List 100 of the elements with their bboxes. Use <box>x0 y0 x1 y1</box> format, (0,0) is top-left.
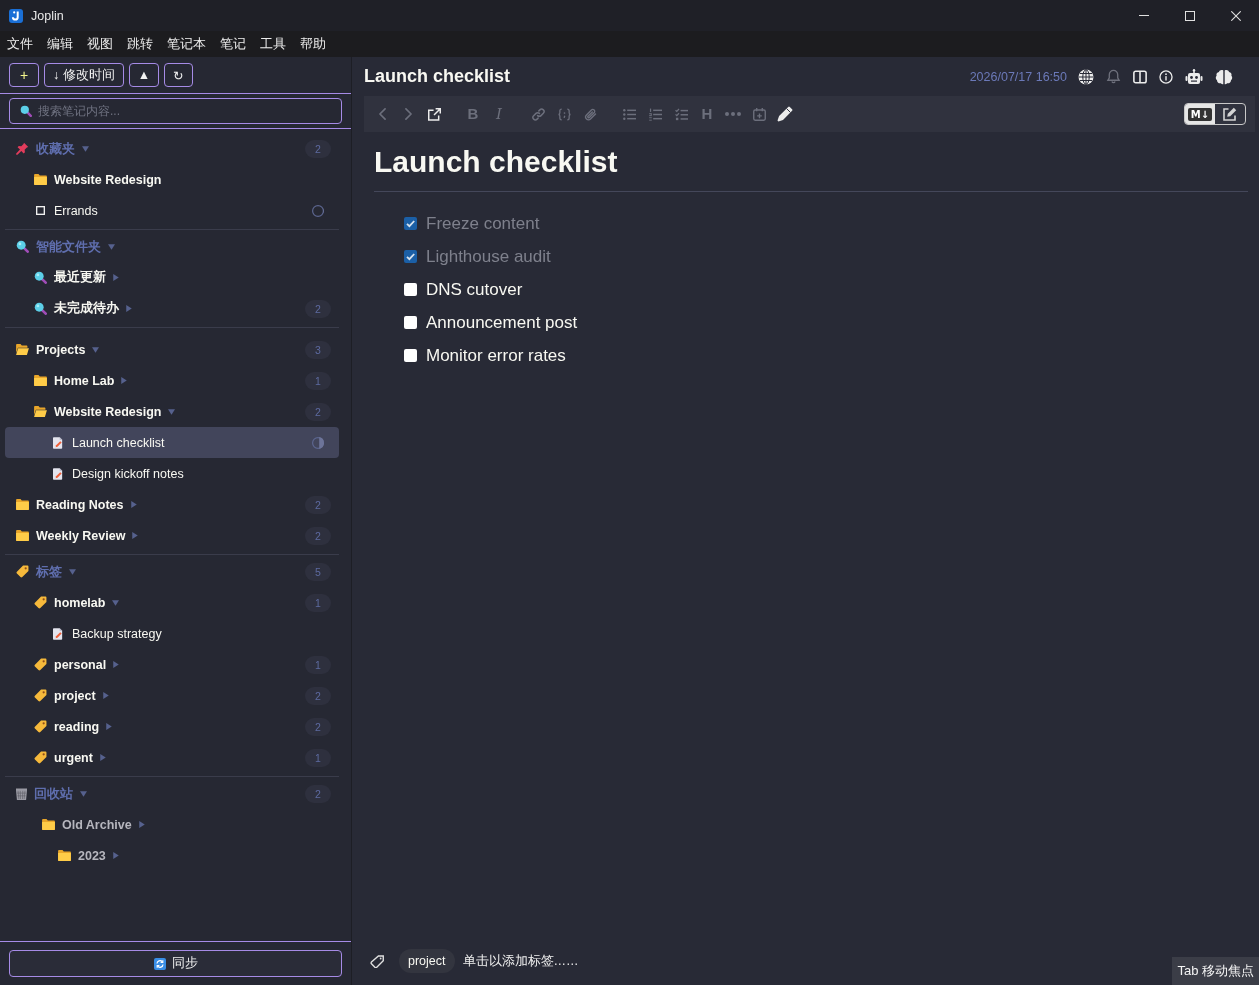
menu-item[interactable]: 工具 <box>253 31 293 57</box>
sidebar-item[interactable]: Errands <box>5 195 339 226</box>
progress-icon <box>312 204 324 217</box>
sidebar-item[interactable]: 最近更新 <box>5 262 339 293</box>
sort-toggle-button[interactable]: ↻ <box>164 63 193 87</box>
tag-icon <box>34 751 47 764</box>
note-icon <box>53 467 63 480</box>
checkbox[interactable] <box>404 316 417 329</box>
sidebar-item[interactable]: Backup strategy <box>5 618 339 649</box>
focus-hint: Tab 移动焦点 <box>1172 957 1259 985</box>
sidebar-item[interactable]: Website Redesign <box>5 164 339 195</box>
new-note-button[interactable]: + <box>9 63 39 87</box>
checkbox[interactable] <box>404 250 417 263</box>
note-count: 2 <box>305 299 331 318</box>
tag-icon <box>34 596 47 609</box>
checkbox[interactable] <box>404 349 417 362</box>
columns-icon[interactable] <box>1133 69 1147 84</box>
caret-icon[interactable] <box>113 274 119 281</box>
sidebar-item[interactable]: Website Redesign 2 <box>5 396 339 427</box>
brain-icon[interactable] <box>1215 68 1233 85</box>
note-count: 1 <box>305 655 331 674</box>
menu-item[interactable]: 编辑 <box>40 31 80 57</box>
caret-icon[interactable] <box>82 145 89 152</box>
caret-icon[interactable] <box>106 723 113 730</box>
sidebar-item[interactable]: project 2 <box>5 680 339 711</box>
menu-item[interactable]: 帮助 <box>293 31 333 57</box>
tag-icon <box>34 720 47 733</box>
pen-icon[interactable] <box>777 106 793 122</box>
folder-icon <box>34 174 47 185</box>
note-count: 2 <box>305 686 331 705</box>
caret-icon[interactable] <box>99 754 106 761</box>
caret-icon[interactable] <box>168 408 176 415</box>
caret-icon[interactable] <box>102 692 109 699</box>
sync-button[interactable]: 同步 <box>9 950 342 977</box>
sidebar-item[interactable]: urgent 1 <box>5 742 339 773</box>
folder-icon <box>42 819 55 830</box>
folder-icon <box>16 499 29 510</box>
sidebar-item[interactable]: Home Lab 1 <box>5 365 339 396</box>
sidebar-item[interactable]: Reading Notes 2 <box>5 489 339 520</box>
pin-icon <box>16 142 29 155</box>
sort-field-button[interactable]: ↓ 修改时间 <box>44 63 124 87</box>
checkbox-icon[interactable] <box>36 206 45 215</box>
magnifier-icon <box>34 302 47 315</box>
note-icon <box>53 436 63 449</box>
info-icon[interactable] <box>1159 69 1173 84</box>
sidebar-item[interactable]: reading 2 <box>5 711 339 742</box>
sidebar-item[interactable]: homelab 1 <box>5 587 339 618</box>
sidebar-item[interactable]: Old Archive <box>5 809 339 840</box>
caret-icon[interactable] <box>112 599 120 606</box>
maximize-icon[interactable] <box>1185 10 1195 21</box>
caret-icon[interactable] <box>112 852 119 859</box>
note-count: 2 <box>305 402 331 421</box>
caret-icon[interactable] <box>138 821 145 828</box>
tag-chip[interactable]: project <box>399 949 455 973</box>
external-link-icon[interactable] <box>427 107 441 121</box>
robot-icon[interactable] <box>1185 68 1203 85</box>
caret-icon[interactable] <box>69 568 76 575</box>
caret-icon[interactable] <box>132 532 139 539</box>
caret-icon[interactable] <box>80 790 87 797</box>
sidebar-item[interactable]: Launch checklist <box>5 427 339 458</box>
note-icon <box>53 627 63 640</box>
checkbox[interactable] <box>404 283 417 296</box>
caret-icon[interactable] <box>126 305 132 312</box>
search-field[interactable]: 搜索笔记内容... <box>9 98 342 124</box>
close-icon[interactable] <box>1231 10 1241 21</box>
edit-icon <box>1223 107 1237 121</box>
menu-item[interactable]: 视图 <box>80 31 120 57</box>
add-tag-link[interactable]: 单击以添加标签…… <box>462 952 579 970</box>
note-count: 5 <box>305 562 331 581</box>
menu-item[interactable]: 笔记本 <box>160 31 213 57</box>
sidebar-item[interactable]: 未完成待办 2 <box>5 293 339 324</box>
sidebar-item[interactable]: Projects 3 <box>5 334 339 365</box>
menu-item[interactable]: 文件 <box>0 31 40 57</box>
caret-icon[interactable] <box>92 346 100 353</box>
progress-icon <box>312 436 324 449</box>
sidebar-item[interactable]: Weekly Review 2 <box>5 520 339 551</box>
markdown-toggle[interactable]: M↓ <box>1185 104 1215 124</box>
menu-item[interactable]: 笔记 <box>213 31 253 57</box>
globe-icon[interactable] <box>1078 68 1094 85</box>
sort-order-button[interactable]: ▲ <box>128 63 160 87</box>
tag-icon <box>370 954 385 968</box>
folder-icon <box>16 530 29 541</box>
checklist-item-text: Monitor error rates <box>426 345 566 366</box>
sidebar-item[interactable]: personal 1 <box>5 649 339 680</box>
checklist-item-text: Lighthouse audit <box>426 246 551 267</box>
checkbox[interactable] <box>404 217 417 230</box>
caret-icon[interactable] <box>130 501 137 508</box>
open-folder-icon <box>16 344 29 355</box>
note-count: 2 <box>305 495 331 514</box>
note-title[interactable]: Launch checklist <box>364 66 511 87</box>
open-folder-icon <box>34 406 47 417</box>
sidebar-item[interactable]: 2023 <box>5 840 339 871</box>
sync-icon <box>153 957 166 970</box>
note-count: 1 <box>305 748 331 767</box>
sidebar-item[interactable]: Design kickoff notes <box>5 458 339 489</box>
caret-icon[interactable] <box>121 377 128 384</box>
tag-icon <box>34 689 47 702</box>
caret-icon[interactable] <box>113 661 120 668</box>
caret-icon[interactable] <box>108 243 115 250</box>
menu-item[interactable]: 跳转 <box>120 31 160 57</box>
